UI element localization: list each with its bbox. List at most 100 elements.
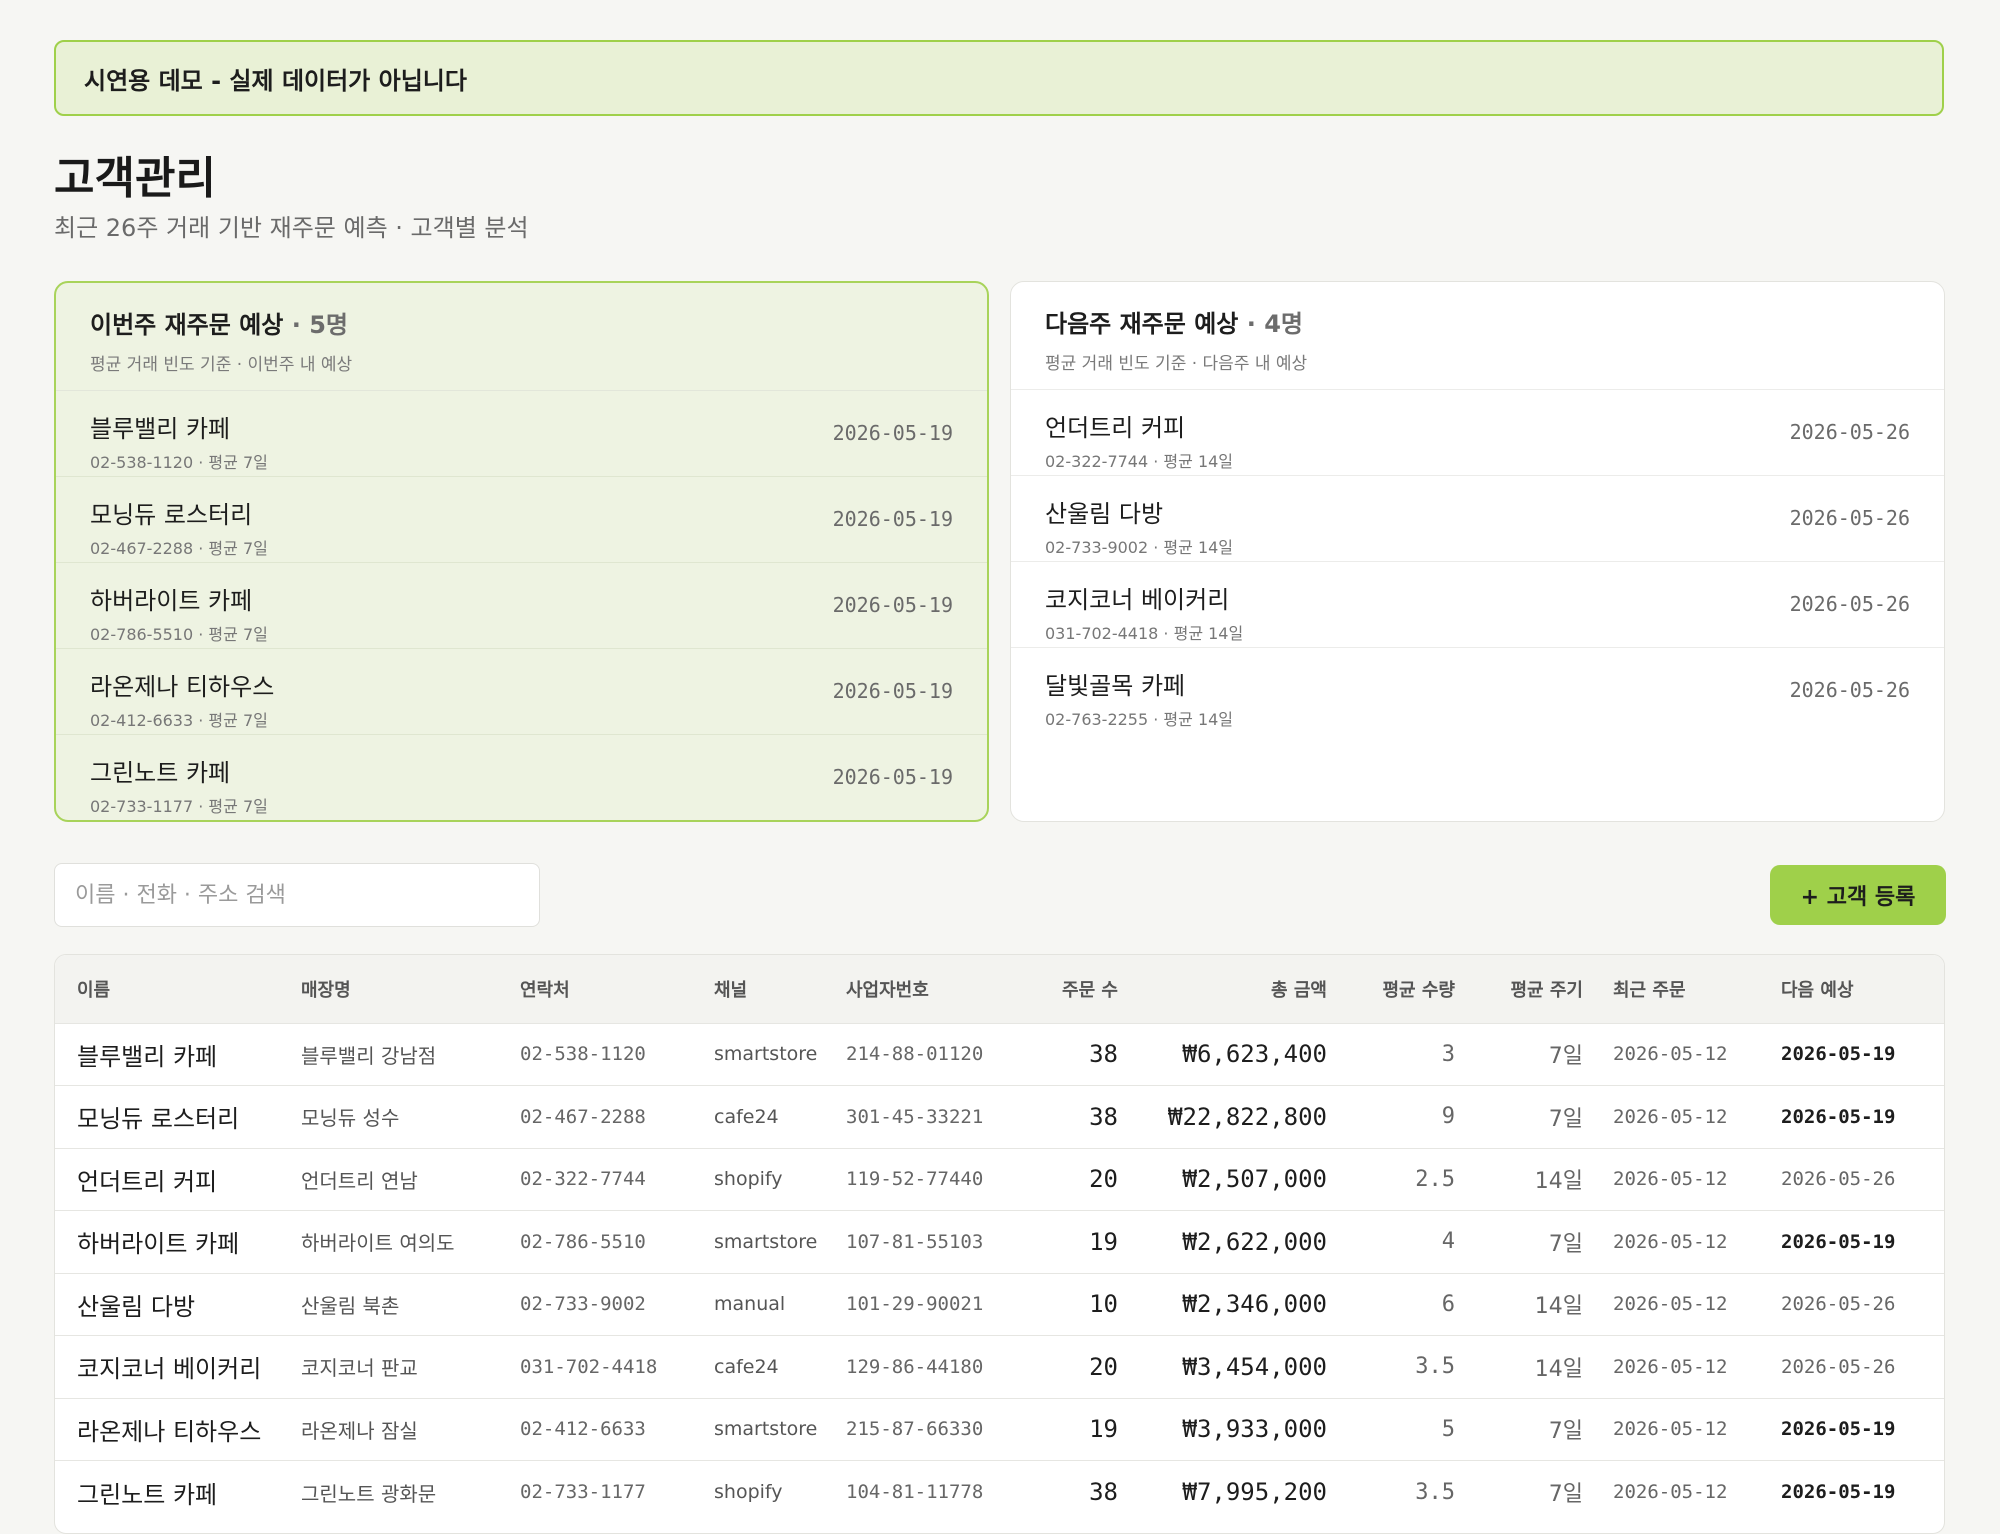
- cell-next: 2026-05-26: [1781, 1355, 1896, 1378]
- cell-orders: 38: [1089, 1102, 1118, 1131]
- search-input[interactable]: [54, 863, 540, 927]
- cell-cycle: 7일: [1548, 1106, 1583, 1132]
- next-week-count: · 4명: [1246, 310, 1303, 338]
- customer-name: 모닝듀 로스터리: [90, 501, 253, 529]
- col-header-cycle[interactable]: 평균 주기: [1483, 955, 1613, 1023]
- cell-phone: 02-733-9002: [520, 1293, 646, 1316]
- col-header-phone[interactable]: 연락처: [520, 955, 714, 1023]
- cell-phone: 02-538-1120: [520, 1043, 646, 1066]
- col-header-qty[interactable]: 평균 수량: [1353, 955, 1483, 1023]
- cell-qty: 6: [1441, 1291, 1455, 1317]
- cell-channel: shopify: [714, 1481, 783, 1503]
- page-subtitle: 최근 26주 거래 기반 재주문 예측 · 고객별 분석: [54, 214, 529, 242]
- customer-meta: 02-538-1120 · 평균 7일: [90, 453, 268, 472]
- cell-orders: 38: [1089, 1040, 1118, 1069]
- this-week-title-label: 이번주 재주문 예상: [90, 311, 284, 339]
- cell-name: 산울림 다방: [77, 1292, 196, 1321]
- table-row[interactable]: 모닝듀 로스터리 모닝듀 성수 02-467-2288 cafe24 301-45-33…: [55, 1085, 1944, 1149]
- forecast-date: 2026-05-26: [1789, 678, 1910, 702]
- forecast-date: 2026-05-26: [1789, 506, 1910, 530]
- forecast-item[interactable]: 달빛골목 카페 02-763-2255 · 평균 14일 2026-05-26: [1011, 648, 1944, 734]
- cell-biz: 214-88-01120: [846, 1043, 984, 1066]
- cell-channel: smartstore: [714, 1043, 818, 1066]
- cell-next: 2026-05-19: [1781, 1105, 1896, 1128]
- next-week-card: 다음주 재주문 예상 · 4명 평균 거래 빈도 기준 · 다음주 내 예상 언…: [1010, 281, 1945, 822]
- cell-next: 2026-05-26: [1781, 1168, 1896, 1191]
- col-header-amount[interactable]: 총 금액: [1146, 955, 1353, 1023]
- col-header-store[interactable]: 매장명: [301, 955, 520, 1023]
- cell-qty: 5: [1441, 1416, 1455, 1442]
- this-week-count: · 5명: [291, 311, 348, 339]
- cell-orders: 10: [1089, 1290, 1118, 1319]
- forecast-item[interactable]: 하버라이트 카페 02-786-5510 · 평균 7일 2026-05-19: [56, 563, 987, 649]
- cell-last: 2026-05-12: [1613, 1293, 1728, 1316]
- cell-amount: ₩3,933,000: [1182, 1415, 1328, 1444]
- cell-last: 2026-05-12: [1613, 1105, 1728, 1128]
- cell-cycle: 14일: [1534, 1169, 1583, 1195]
- table-row[interactable]: 언더트리 커피 언더트리 연남 02-322-7744 shopify 119-52-7…: [55, 1148, 1944, 1211]
- cell-biz: 101-29-90021: [846, 1293, 984, 1316]
- forecast-date: 2026-05-19: [832, 679, 953, 703]
- forecast-item[interactable]: 언더트리 커피 02-322-7744 · 평균 14일 2026-05-26: [1011, 390, 1944, 476]
- cell-amount: ₩2,507,000: [1182, 1165, 1328, 1194]
- cell-name: 그린노트 카페: [77, 1480, 218, 1509]
- forecast-item[interactable]: 모닝듀 로스터리 02-467-2288 · 평균 7일 2026-05-19: [56, 477, 987, 563]
- table-row[interactable]: 블루밸리 카페 블루밸리 강남점 02-538-1120 smartstore 214-…: [55, 1023, 1944, 1086]
- forecast-item[interactable]: 블루밸리 카페 02-538-1120 · 평균 7일 2026-05-19: [56, 391, 987, 477]
- col-header-channel[interactable]: 채널: [714, 955, 846, 1023]
- col-header-last[interactable]: 최근 주문: [1613, 955, 1781, 1023]
- cell-store: 언더트리 연남: [301, 1168, 418, 1193]
- table-row[interactable]: 그린노트 카페 그린노트 광화문 02-733-1177 shopify 104-81-…: [55, 1460, 1944, 1524]
- this-week-list: 블루밸리 카페 02-538-1120 · 평균 7일 2026-05-19 모닝듀 …: [56, 391, 987, 820]
- table-body: 블루밸리 카페 블루밸리 강남점 02-538-1120 smartstore 214-…: [55, 1023, 1944, 1524]
- customer-name: 라온제나 티하우스: [90, 673, 275, 701]
- cell-qty: 2.5: [1415, 1166, 1455, 1192]
- forecast-item[interactable]: 산울림 다방 02-733-9002 · 평균 14일 2026-05-26: [1011, 476, 1944, 562]
- cell-biz: 215-87-66330: [846, 1418, 984, 1441]
- cell-qty: 9: [1441, 1104, 1455, 1130]
- col-header-biz[interactable]: 사업자번호: [846, 955, 1042, 1023]
- next-week-title: 다음주 재주문 예상 · 4명: [1045, 304, 1910, 339]
- add-customer-button[interactable]: + 고객 등록: [1770, 865, 1946, 925]
- table-row[interactable]: 산울림 다방 산울림 북촌 02-733-9002 manual 101-29-9002…: [55, 1273, 1944, 1336]
- cell-last: 2026-05-12: [1613, 1481, 1728, 1503]
- col-header-next[interactable]: 다음 예상: [1781, 955, 1944, 1023]
- cell-phone: 02-786-5510: [520, 1230, 646, 1253]
- forecast-item[interactable]: 그린노트 카페 02-733-1177 · 평균 7일 2026-05-19: [56, 735, 987, 820]
- cell-cycle: 7일: [1548, 1044, 1583, 1070]
- forecast-item[interactable]: 코지코너 베이커리 031-702-4418 · 평균 14일 2026-05-26: [1011, 562, 1944, 648]
- table-row[interactable]: 하버라이트 카페 하버라이트 여의도 02-786-5510 smartstore 10…: [55, 1210, 1944, 1274]
- customer-name: 블루밸리 카페: [90, 415, 231, 443]
- cell-biz: 301-45-33221: [846, 1105, 984, 1128]
- cell-phone: 02-733-1177: [520, 1481, 646, 1503]
- cell-cycle: 7일: [1548, 1482, 1583, 1507]
- cell-cycle: 14일: [1534, 1356, 1583, 1382]
- table-row[interactable]: 라온제나 티하우스 라온제나 잠실 02-412-6633 smartstore 215…: [55, 1398, 1944, 1461]
- page: 시연용 데모 - 실제 데이터가 아닙니다 고객관리 최근 26주 거래 기반 …: [0, 0, 2000, 1534]
- cell-channel: cafe24: [714, 1105, 779, 1128]
- customer-meta: 02-763-2255 · 평균 14일: [1045, 710, 1234, 729]
- cell-name: 하버라이트 카페: [77, 1230, 240, 1259]
- cell-store: 코지코너 판교: [301, 1356, 418, 1381]
- table-row[interactable]: 코지코너 베이커리 코지코너 판교 031-702-4418 cafe24 129-86…: [55, 1335, 1944, 1399]
- cell-qty: 4: [1441, 1229, 1455, 1255]
- col-header-name[interactable]: 이름: [55, 955, 301, 1023]
- cell-orders: 38: [1089, 1478, 1118, 1506]
- cell-store: 라온제나 잠실: [301, 1418, 418, 1443]
- forecast-item[interactable]: 라온제나 티하우스 02-412-6633 · 평균 7일 2026-05-19: [56, 649, 987, 735]
- cell-channel: smartstore: [714, 1230, 818, 1253]
- cell-last: 2026-05-12: [1613, 1230, 1728, 1253]
- cell-orders: 20: [1089, 1165, 1118, 1194]
- cell-store: 하버라이트 여의도: [301, 1231, 455, 1256]
- forecast-date: 2026-05-26: [1789, 420, 1910, 444]
- this-week-header: 이번주 재주문 예상 · 5명 평균 거래 빈도 기준 · 이번주 내 예상: [56, 283, 987, 391]
- cell-orders: 20: [1089, 1352, 1118, 1381]
- this-week-card: 이번주 재주문 예상 · 5명 평균 거래 빈도 기준 · 이번주 내 예상 블…: [54, 281, 989, 822]
- cell-amount: ₩2,346,000: [1182, 1290, 1328, 1319]
- next-week-list: 언더트리 커피 02-322-7744 · 평균 14일 2026-05-26 산울림…: [1011, 390, 1944, 734]
- cell-last: 2026-05-12: [1613, 1418, 1728, 1441]
- col-header-orders[interactable]: 주문 수: [1042, 955, 1146, 1023]
- cell-next: 2026-05-26: [1781, 1293, 1896, 1316]
- cell-cycle: 14일: [1534, 1294, 1583, 1320]
- cell-qty: 3.5: [1415, 1479, 1455, 1505]
